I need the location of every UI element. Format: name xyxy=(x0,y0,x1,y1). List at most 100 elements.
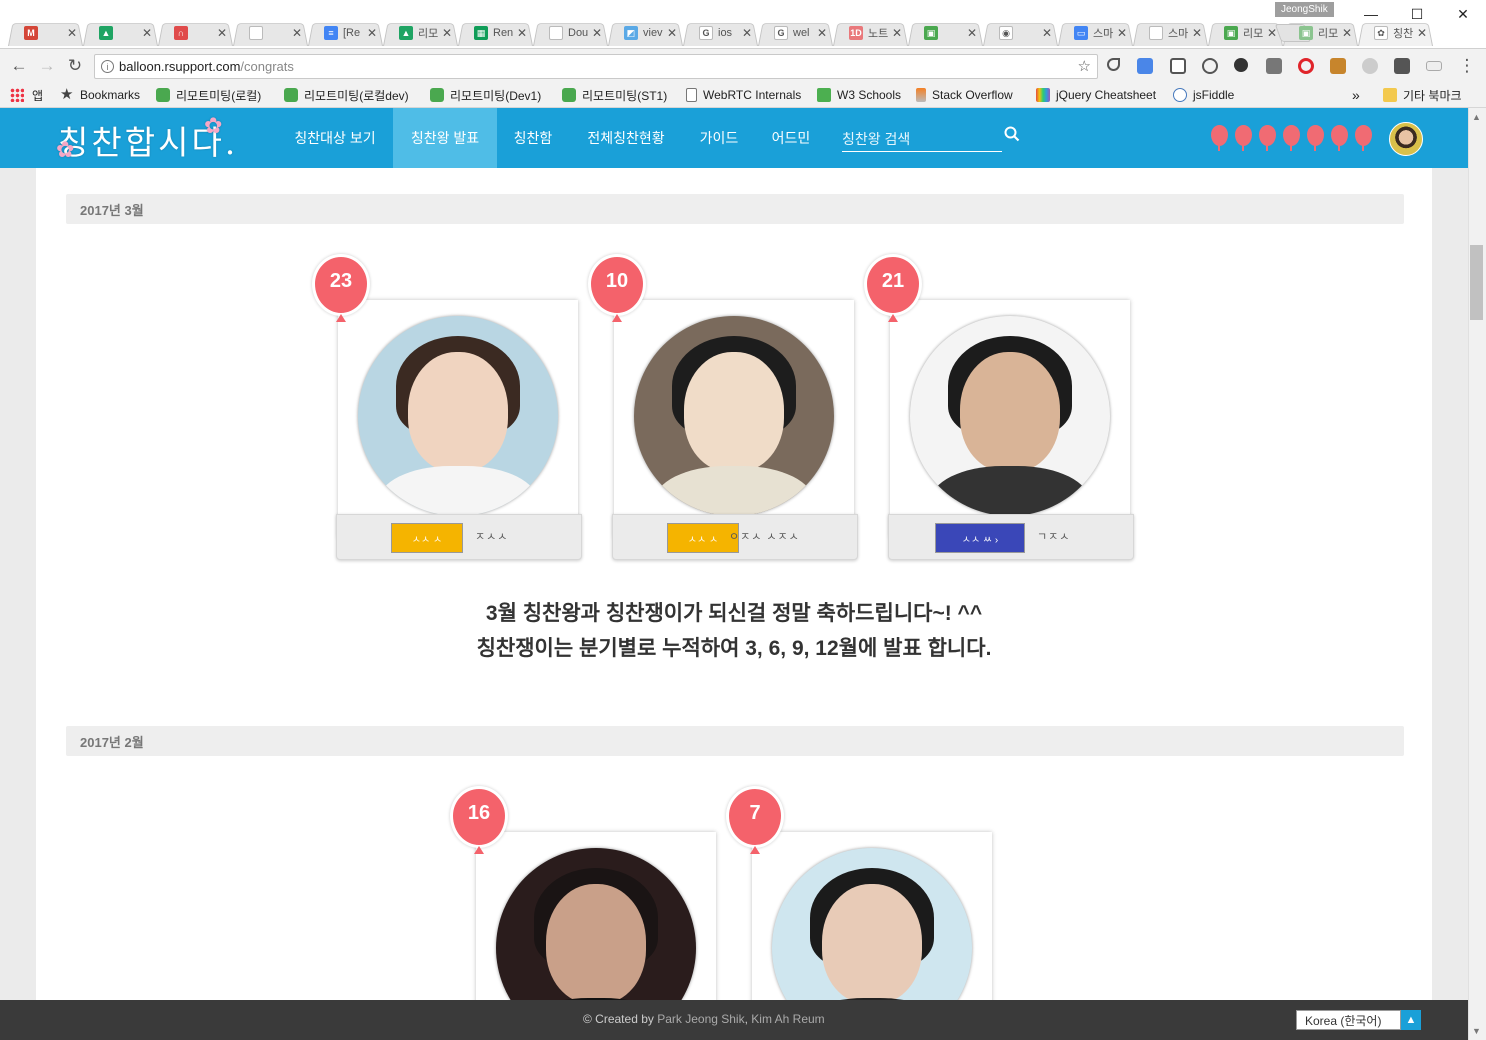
close-tab-icon[interactable]: ✕ xyxy=(292,26,302,40)
extension-icon[interactable] xyxy=(1330,58,1346,74)
remote-icon xyxy=(156,88,170,102)
browser-tab-strip: M ✕ ▲ ✕ ∩ ✕ ✕ ≡ [Re ✕ ▲ 리모 ✕ ▦ Ren ✕ Dou ✕ ◩ viev ✕ Gios ✕ Gwel… xyxy=(0,0,1486,48)
card-nameplate: ㅅㅅ ㅅㅇㅈㅅ ㅅㅈㅅ xyxy=(612,514,858,560)
browser-tab[interactable]: ◩ viev ✕ xyxy=(606,20,685,46)
bookmark-item[interactable]: 리모트미팅(Dev1) xyxy=(430,86,541,104)
nav-item[interactable]: 전체칭찬현황 xyxy=(569,108,683,168)
browser-tab[interactable]: Gwel ✕ xyxy=(756,20,835,46)
other-bookmarks-folder[interactable]: 기타 북마크 xyxy=(1383,86,1462,104)
nav-item[interactable]: 칭찬대상 보기 xyxy=(276,108,394,168)
scrollbar-thumb[interactable] xyxy=(1470,245,1483,320)
author-separator: , xyxy=(744,1012,748,1026)
gear-icon[interactable] xyxy=(1234,58,1248,72)
close-window-icon[interactable]: ✕ xyxy=(1440,0,1486,28)
bookmark-item[interactable]: 리모트미팅(ST1) xyxy=(562,86,667,104)
balloon-knot xyxy=(474,846,484,854)
browser-tab[interactable]: M ✕ xyxy=(6,20,85,46)
browser-tab[interactable]: ≡ [Re ✕ xyxy=(306,20,385,46)
bookmark-item[interactable]: WebRTC Internals xyxy=(686,86,801,104)
bookmark-item[interactable]: jQuery Cheatsheet xyxy=(1036,86,1156,104)
screenshot-icon[interactable] xyxy=(1170,58,1186,74)
close-tab-icon[interactable]: ✕ xyxy=(1417,26,1427,40)
eyedropper-icon[interactable] xyxy=(1107,58,1120,71)
back-icon[interactable]: ← xyxy=(8,55,30,77)
browser-tab[interactable]: ▭ 스마 ✕ xyxy=(1056,20,1135,46)
close-tab-icon[interactable]: ✕ xyxy=(592,26,602,40)
scroll-up-icon[interactable]: ▲ xyxy=(1472,112,1481,122)
nav-item[interactable]: 칭찬왕 발표 xyxy=(393,108,497,168)
close-tab-icon[interactable]: ✕ xyxy=(1192,26,1202,40)
scroll-top-icon[interactable]: ▲ xyxy=(1401,1010,1421,1030)
team-badge: ㅅㅅ ㅅ xyxy=(391,523,463,553)
film-icon[interactable] xyxy=(1394,58,1410,74)
apps-shortcut[interactable]: 앱 xyxy=(10,86,43,104)
minimize-icon[interactable]: — xyxy=(1348,0,1394,28)
close-tab-icon[interactable]: ✕ xyxy=(892,26,902,40)
close-tab-icon[interactable]: ✕ xyxy=(667,26,677,40)
browser-tab[interactable]: ◉ ✕ xyxy=(981,20,1060,46)
close-tab-icon[interactable]: ✕ xyxy=(517,26,527,40)
winner-card[interactable]: ㅅㅅ ㅅㅈㅅㅅ 23 xyxy=(312,254,582,560)
browser-tab[interactable]: Dou ✕ xyxy=(531,20,610,46)
maximize-icon[interactable]: ☐ xyxy=(1394,0,1440,28)
site-logo[interactable]: 칭찬합시다. ✿ ✿ xyxy=(56,114,238,164)
language-select[interactable]: Korea (한국어) xyxy=(1296,1010,1401,1030)
bookmark-star-icon[interactable]: ☆ xyxy=(1078,57,1091,75)
browser-tab[interactable]: 스마 ✕ xyxy=(1131,20,1210,46)
page-icon xyxy=(549,26,563,40)
profile-name[interactable]: JeongShik xyxy=(1275,2,1334,17)
opera-icon[interactable] xyxy=(1298,58,1314,74)
extension-gray-icon[interactable] xyxy=(1362,58,1378,74)
nav-item[interactable]: 칭찬함 xyxy=(497,108,569,168)
close-tab-icon[interactable]: ✕ xyxy=(742,26,752,40)
bookmark-item[interactable]: jsFiddle xyxy=(1173,86,1234,104)
scroll-down-icon[interactable]: ▼ xyxy=(1472,1026,1481,1036)
browser-tab[interactable]: ▣ 리모 ✕ xyxy=(1206,20,1285,46)
nav-item[interactable]: 가이드 xyxy=(683,108,755,168)
close-tab-icon[interactable]: ✕ xyxy=(142,26,152,40)
bookmark-item[interactable]: 리모트미팅(로컬) xyxy=(156,86,261,104)
jsfiddle-icon xyxy=(1173,88,1187,102)
close-tab-icon[interactable]: ✕ xyxy=(1342,26,1352,40)
search-icon[interactable] xyxy=(1004,126,1024,146)
browser-tab[interactable]: ▲ 리모 ✕ xyxy=(381,20,460,46)
browser-tab[interactable]: Gios ✕ xyxy=(681,20,760,46)
close-tab-icon[interactable]: ✕ xyxy=(1267,26,1277,40)
reload-icon[interactable]: ↻ xyxy=(64,55,86,77)
cast-icon[interactable] xyxy=(1426,61,1442,71)
browser-tab[interactable]: ∩ ✕ xyxy=(156,20,235,46)
search-input[interactable]: 칭찬왕 검색 xyxy=(842,126,1002,152)
close-tab-icon[interactable]: ✕ xyxy=(1042,26,1052,40)
winner-card[interactable]: ㅅㅅ ㅅㅇㅈㅅ ㅅㅈㅅ 10 xyxy=(588,254,858,560)
close-tab-icon[interactable]: ✕ xyxy=(367,26,377,40)
bookmark-item[interactable]: 리모트미팅(로컬dev) xyxy=(284,86,409,104)
bookmark-item[interactable]: W3 Schools xyxy=(817,86,901,104)
nav-item[interactable]: 어드민 xyxy=(755,108,827,168)
camera-icon[interactable] xyxy=(1266,58,1282,74)
site-info-icon[interactable]: i xyxy=(101,60,114,73)
close-tab-icon[interactable]: ✕ xyxy=(817,26,827,40)
menu-icon[interactable]: ⋮ xyxy=(1456,55,1478,77)
bookmark-item[interactable]: ★ Bookmarks xyxy=(60,86,140,104)
close-tab-icon[interactable]: ✕ xyxy=(967,26,977,40)
user-avatar[interactable] xyxy=(1389,122,1423,156)
translate-icon[interactable] xyxy=(1137,58,1153,74)
bookmarks-more-icon[interactable]: » xyxy=(1352,86,1360,104)
browser-tab[interactable]: 1D 노트 ✕ xyxy=(831,20,910,46)
browser-tab[interactable]: ✕ xyxy=(231,20,310,46)
winner-card[interactable]: ㅅㅅ ㅆ › ㄱㅈㅅ 21 xyxy=(864,254,1134,560)
balloon-icon xyxy=(1235,125,1252,151)
balloon-knot xyxy=(888,314,898,322)
close-tab-icon[interactable]: ✕ xyxy=(67,26,77,40)
browser-tab[interactable]: ▦ Ren ✕ xyxy=(456,20,535,46)
close-tab-icon[interactable]: ✕ xyxy=(217,26,227,40)
browser-tab[interactable]: ▣ ✕ xyxy=(906,20,985,46)
timer-icon[interactable] xyxy=(1202,58,1218,74)
close-tab-icon[interactable]: ✕ xyxy=(1117,26,1127,40)
stackoverflow-icon xyxy=(916,88,926,102)
browser-tab[interactable]: ▲ ✕ xyxy=(81,20,160,46)
close-tab-icon[interactable]: ✕ xyxy=(442,26,452,40)
address-bar[interactable]: i balloon.rsupport.com/congrats ☆ xyxy=(94,54,1098,79)
forward-icon[interactable]: → xyxy=(36,55,58,77)
bookmark-item[interactable]: Stack Overflow xyxy=(916,86,1013,104)
